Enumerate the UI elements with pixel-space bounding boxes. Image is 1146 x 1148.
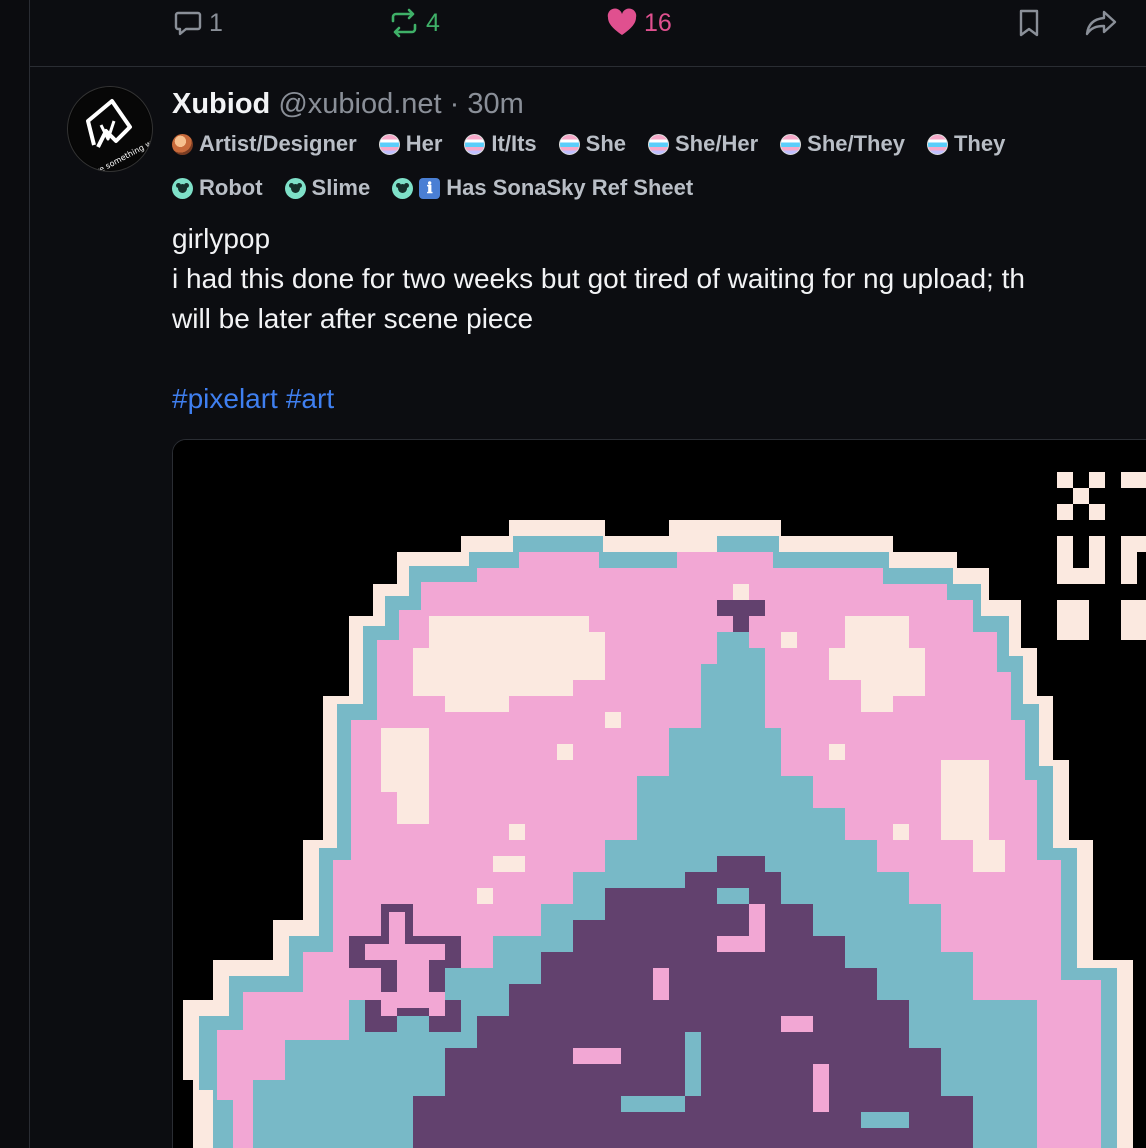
label-she[interactable]: She — [558, 131, 626, 157]
paw-badge-icon — [172, 177, 193, 199]
pride-badge-icon — [378, 133, 400, 155]
post-text-line: girlypop — [172, 223, 271, 254]
artist-badge-icon — [172, 133, 193, 155]
repost-button[interactable]: 4 — [388, 4, 440, 42]
label-it-its[interactable]: It/Its — [464, 131, 537, 157]
page: 1 4 16 Xubiod @xubiod.net · 30m Artist/D… — [0, 0, 1146, 1148]
label-text: She/They — [807, 131, 905, 156]
info-icon: ℹ — [419, 177, 441, 199]
paw-badge-icon — [392, 177, 414, 199]
reply-count: 1 — [209, 8, 223, 37]
label-text: It/Its — [491, 131, 537, 156]
label-text: Her — [405, 131, 443, 156]
label-text: Artist/Designer — [199, 131, 357, 156]
feed-column: 1 4 16 Xubiod @xubiod.net · 30m Artist/D… — [29, 0, 1146, 1148]
label-she-they[interactable]: She/They — [780, 131, 905, 157]
like-button[interactable]: 16 — [606, 4, 672, 42]
label-slime[interactable]: Slime — [284, 175, 371, 201]
repost-icon — [388, 8, 420, 38]
label-text: Has SonaSky Ref Sheet — [446, 175, 694, 200]
reply-icon — [173, 8, 203, 38]
heart-icon — [606, 8, 638, 38]
label-robot[interactable]: Robot — [172, 175, 263, 201]
bookmark-icon — [1016, 8, 1042, 38]
post-text: girlypop i had this done for two weeks b… — [172, 219, 1146, 339]
post-time[interactable]: 30m — [467, 88, 523, 120]
separator-dot: · — [449, 88, 460, 120]
pride-badge-icon — [780, 133, 802, 155]
label-text: They — [953, 131, 1006, 156]
avatar-logo-icon: make something weird — [69, 88, 152, 171]
profile-labels-row-2: Robot Slime ℹ Has SonaSky Ref Sheet — [172, 175, 1146, 201]
pride-badge-icon — [648, 133, 669, 155]
label-artist-designer[interactable]: Artist/Designer — [172, 131, 357, 157]
label-ref-sheet[interactable]: ℹ Has SonaSky Ref Sheet — [392, 175, 693, 201]
reply-button[interactable]: 1 — [173, 4, 223, 42]
author-display-name[interactable]: Xubiod — [172, 88, 270, 120]
label-they[interactable]: They — [926, 131, 1006, 157]
post-text-line: i had this done for two weeks but got ti… — [172, 263, 1025, 294]
paw-badge-icon — [284, 177, 306, 199]
repost-count: 4 — [426, 8, 440, 37]
label-text: She/Her — [675, 131, 759, 156]
share-icon — [1084, 8, 1118, 38]
bookmark-button[interactable] — [1016, 4, 1042, 42]
hashtags: #pixelart #art — [172, 379, 342, 419]
label-text: Robot — [199, 175, 263, 200]
post-header: Xubiod @xubiod.net · 30m — [172, 85, 524, 123]
hashtag-pixelart[interactable]: #pixelart — [172, 383, 278, 414]
label-text: She — [585, 131, 626, 156]
hashtag-art[interactable]: #art — [286, 383, 334, 414]
pride-badge-icon — [926, 133, 948, 155]
share-button[interactable] — [1084, 4, 1118, 42]
post[interactable]: make something weird Xubiod @xubiod.net … — [30, 67, 1146, 1148]
post-text-line: will be later after scene piece — [172, 303, 534, 334]
pixel-art-image — [173, 440, 1146, 1148]
profile-labels-row-1: Artist/Designer Her It/Its She She/Her S… — [172, 131, 1146, 157]
author-handle[interactable]: @xubiod.net — [278, 88, 441, 120]
label-her[interactable]: Her — [378, 131, 443, 157]
label-she-her[interactable]: She/Her — [648, 131, 758, 157]
pride-badge-icon — [464, 133, 486, 155]
post-image[interactable] — [172, 439, 1146, 1148]
label-text: Slime — [311, 175, 371, 200]
like-count: 16 — [644, 8, 672, 37]
pride-badge-icon — [558, 133, 580, 155]
avatar[interactable]: make something weird — [67, 86, 153, 172]
previous-post-actions: 1 4 16 — [30, 0, 1146, 67]
